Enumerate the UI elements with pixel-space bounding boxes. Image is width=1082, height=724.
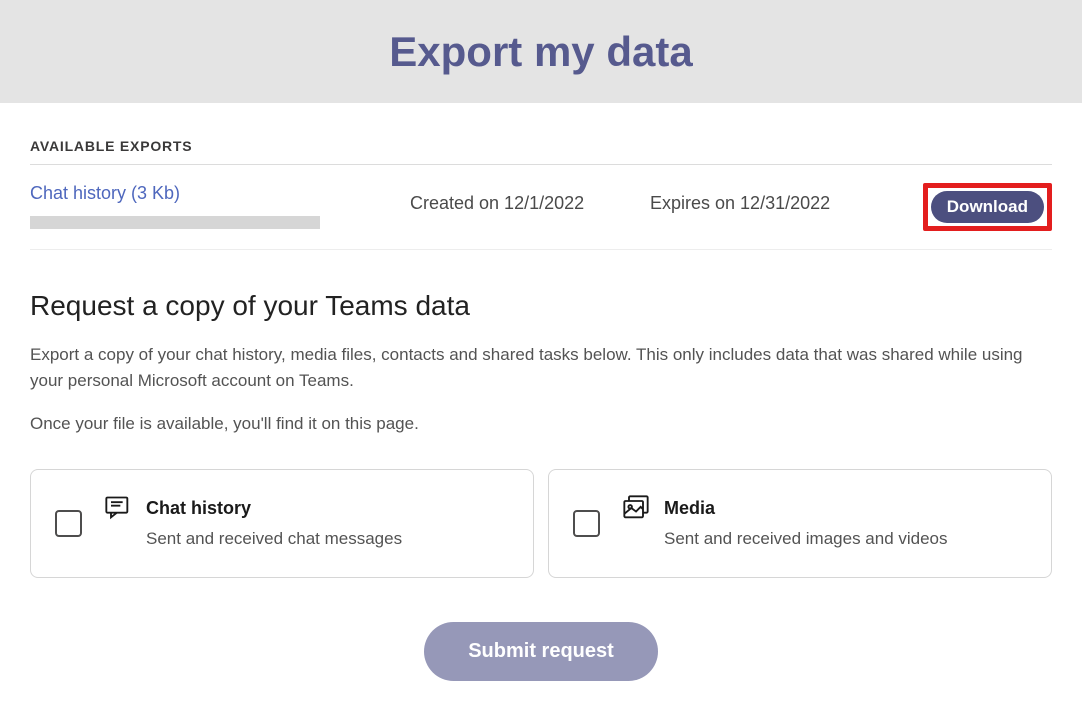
checkbox-media[interactable] xyxy=(573,510,600,537)
page-title: Export my data xyxy=(389,28,692,76)
card-text: Chat history Sent and received chat mess… xyxy=(146,498,402,549)
request-description-2: Once your file is available, you'll find… xyxy=(30,411,1052,437)
download-button[interactable]: Download xyxy=(931,191,1044,223)
export-file-link[interactable]: Chat history (3 Kb) xyxy=(30,183,180,203)
submit-wrap: Submit request xyxy=(30,622,1052,681)
available-exports-label: AVAILABLE EXPORTS xyxy=(30,138,1052,165)
option-card-chat-history: Chat history Sent and received chat mess… xyxy=(30,469,534,578)
chat-icon xyxy=(104,494,132,522)
checkbox-chat-history[interactable] xyxy=(55,510,82,537)
content-area: AVAILABLE EXPORTS Chat history (3 Kb) Cr… xyxy=(0,138,1082,681)
options-row: Chat history Sent and received chat mess… xyxy=(30,469,1052,578)
header-bar: Export my data xyxy=(0,0,1082,103)
option-card-media: Media Sent and received images and video… xyxy=(548,469,1052,578)
option-title: Media xyxy=(664,498,948,519)
redacted-placeholder xyxy=(30,216,320,229)
submit-request-button[interactable]: Submit request xyxy=(424,622,658,681)
export-expires-label: Expires on 12/31/2022 xyxy=(650,183,923,214)
card-text: Media Sent and received images and video… xyxy=(664,498,948,549)
export-row: Chat history (3 Kb) Created on 12/1/2022… xyxy=(30,165,1052,250)
card-content: Media Sent and received images and video… xyxy=(622,498,948,549)
media-icon xyxy=(622,494,650,522)
request-description-1: Export a copy of your chat history, medi… xyxy=(30,342,1052,393)
download-cell: Download xyxy=(923,183,1052,231)
option-title: Chat history xyxy=(146,498,402,519)
card-content: Chat history Sent and received chat mess… xyxy=(104,498,402,549)
download-highlight: Download xyxy=(923,183,1052,231)
export-created-label: Created on 12/1/2022 xyxy=(410,183,650,214)
request-heading: Request a copy of your Teams data xyxy=(30,290,1052,322)
option-subtitle: Sent and received images and videos xyxy=(664,529,948,549)
export-file-cell: Chat history (3 Kb) xyxy=(30,183,410,229)
option-subtitle: Sent and received chat messages xyxy=(146,529,402,549)
